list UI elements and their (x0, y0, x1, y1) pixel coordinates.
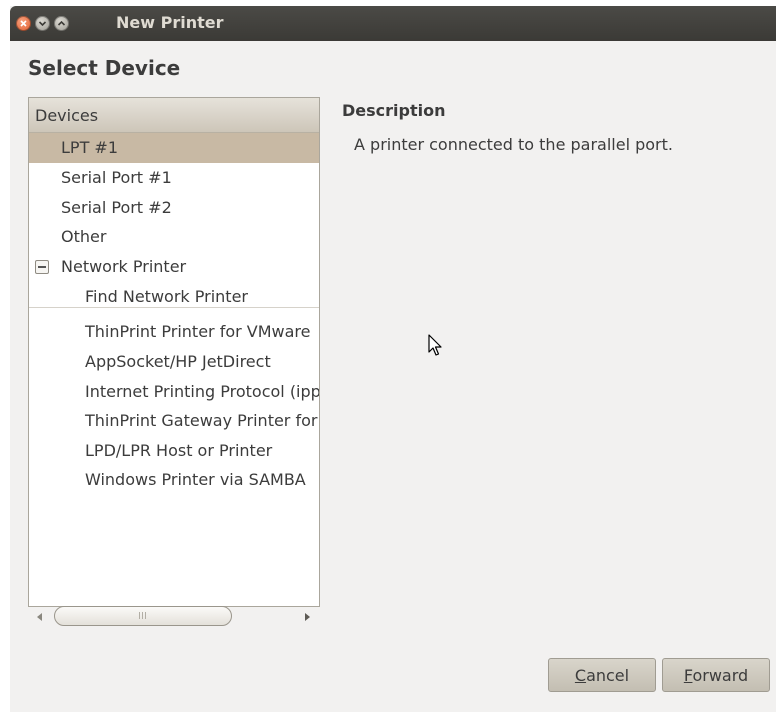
tree-item-label: Network Printer (61, 257, 187, 276)
tree-separator (29, 307, 319, 308)
cancel-label-rest: ancel (586, 666, 630, 685)
collapse-icon[interactable] (35, 260, 49, 274)
cancel-mnemonic: C (574, 666, 587, 685)
tree-item-label: Windows Printer via SAMBA (85, 470, 306, 489)
scrollbar-thumb[interactable] (54, 606, 232, 626)
horizontal-scrollbar[interactable] (28, 605, 320, 629)
close-icon[interactable] (16, 16, 31, 31)
scroll-right-icon[interactable] (305, 613, 310, 621)
title-bar: New Printer (10, 6, 776, 41)
tree-item-other[interactable]: Other (29, 222, 319, 252)
devices-column-header[interactable]: Devices (29, 98, 319, 133)
grip-icon (139, 612, 147, 619)
maximize-icon[interactable] (54, 16, 69, 31)
window-title: New Printer (116, 13, 224, 32)
new-printer-window: New Printer Select Device Devices LPT #1… (10, 6, 776, 712)
devices-column-header-label: Devices (35, 106, 99, 125)
tree-item-thinprint-vmware[interactable]: ThinPrint Printer for VMware (29, 317, 319, 347)
tree-item-label: Internet Printing Protocol (ipp) (85, 382, 320, 401)
tree-item-thinprint-gateway[interactable]: ThinPrint Gateway Printer for (29, 406, 319, 436)
description-text: A printer connected to the parallel port… (354, 135, 673, 154)
tree-item-label: Find Network Printer (85, 287, 248, 306)
forward-label-rest: orward (692, 666, 749, 685)
tree-item-serial-port-2[interactable]: Serial Port #2 (29, 193, 319, 223)
tree-item-lpd-lpr[interactable]: LPD/LPR Host or Printer (29, 436, 319, 466)
devices-tree[interactable]: Devices LPT #1 Serial Port #1 Serial Por… (28, 97, 320, 607)
page-title: Select Device (28, 56, 181, 80)
description-title: Description (342, 101, 446, 120)
tree-item-label: Serial Port #1 (61, 168, 172, 187)
scroll-left-icon[interactable] (37, 613, 42, 621)
tree-item-label: ThinPrint Printer for VMware (85, 322, 311, 341)
mouse-pointer-icon (428, 334, 444, 362)
tree-item-ipp[interactable]: Internet Printing Protocol (ipp) (29, 377, 319, 407)
tree-item-label: Other (61, 227, 107, 246)
tree-item-label: AppSocket/HP JetDirect (85, 352, 271, 371)
tree-item-samba[interactable]: Windows Printer via SAMBA (29, 465, 319, 495)
tree-item-label: LPD/LPR Host or Printer (85, 441, 273, 460)
tree-item-network-printer[interactable]: Network Printer (29, 252, 319, 282)
cancel-button[interactable]: Cancel (548, 658, 656, 692)
tree-item-serial-port-1[interactable]: Serial Port #1 (29, 163, 319, 193)
tree-item-lpt1[interactable]: LPT #1 (29, 133, 319, 163)
minimize-icon[interactable] (35, 16, 50, 31)
tree-item-label: ThinPrint Gateway Printer for (85, 411, 318, 430)
tree-item-label: Serial Port #2 (61, 198, 172, 217)
tree-item-label: LPT #1 (61, 138, 119, 157)
tree-item-appsocket[interactable]: AppSocket/HP JetDirect (29, 347, 319, 377)
forward-button[interactable]: Forward (662, 658, 770, 692)
